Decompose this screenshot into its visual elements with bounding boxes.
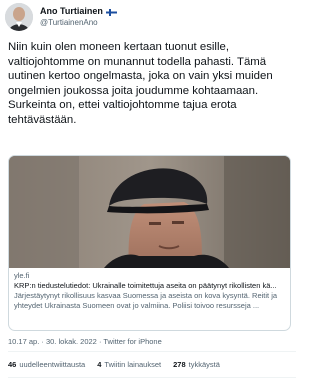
- card-meta: yle.fi KRP:n tiedustelutiedot: Ukrainall…: [14, 271, 287, 311]
- tweet-header: Ano Turtiainen @TurtiainenAno: [5, 3, 295, 33]
- tweet-time[interactable]: 10.17 ap.: [8, 337, 39, 346]
- tweet-source-app[interactable]: Twitter for iPhone: [103, 337, 161, 346]
- author-name-text: Ano Turtiainen: [40, 6, 103, 16]
- tweet-date[interactable]: 30. lokak. 2022: [46, 337, 97, 346]
- quotes-label: Twiitin lainaukset: [104, 359, 162, 369]
- likes-stat[interactable]: 278 tykkäystä: [173, 360, 220, 369]
- author-display-name[interactable]: Ano Turtiainen: [40, 6, 117, 17]
- quotes-stat[interactable]: 4 Twiitin lainaukset: [97, 360, 161, 369]
- divider: [8, 351, 296, 352]
- quotes-count: 4: [97, 359, 102, 369]
- card-title[interactable]: KRP:n tiedustelutiedot: Ukrainalle toimi…: [14, 281, 287, 291]
- card-description-line: yhteydet Ukrainasta Suomeen ovat jo valm…: [14, 301, 260, 310]
- likes-label: tykkäystä: [188, 359, 220, 369]
- tweet: Ano Turtiainen @TurtiainenAno Niin kuin …: [0, 0, 300, 384]
- divider: [8, 377, 296, 378]
- avatar[interactable]: [5, 3, 33, 31]
- link-card[interactable]: yle.fi KRP:n tiedustelutiedot: Ukrainall…: [8, 155, 291, 331]
- tweet-timestamp: 10.17 ap. · 30. lokak. 2022 · Twitter fo…: [8, 337, 162, 347]
- retweets-stat[interactable]: 46 uudelleentwiittausta: [8, 360, 85, 369]
- finland-flag-icon: [105, 8, 117, 16]
- card-image[interactable]: [9, 156, 290, 268]
- tweet-text: Niin kuin olen moneen kertaan tuonut esi…: [8, 41, 273, 126]
- likes-count: 278: [173, 359, 186, 369]
- timestamp-separator: ·: [41, 337, 44, 346]
- card-description-line: Järjestäytynyt rikollisuus kasvaa Suomes…: [14, 291, 278, 300]
- retweets-label: uudelleentwiittausta: [19, 359, 86, 369]
- author-handle[interactable]: @TurtiainenAno: [40, 17, 117, 28]
- timestamp-separator: ·: [98, 337, 102, 346]
- card-description: Järjestäytynyt rikollisuus kasvaa Suomes…: [14, 291, 287, 311]
- author-info: Ano Turtiainen @TurtiainenAno: [40, 6, 117, 28]
- tweet-stats: 46 uudelleentwiittausta 4 Twiitin lainauks…: [8, 357, 232, 371]
- card-domain: yle.fi: [14, 271, 30, 280]
- retweets-count: 46: [8, 359, 17, 369]
